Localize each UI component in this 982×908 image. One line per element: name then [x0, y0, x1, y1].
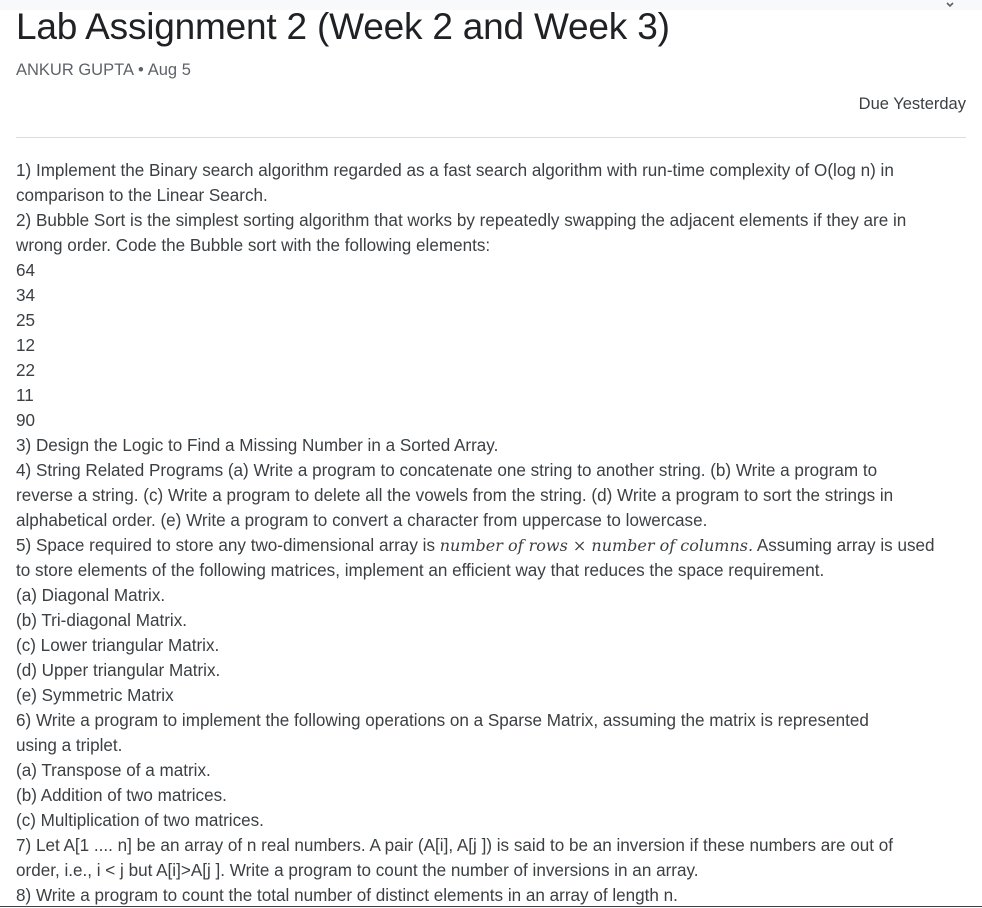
instructions-body: 1) Implement the Binary search algorithm…: [16, 158, 968, 908]
instruction-line: to store elements of the following matri…: [16, 561, 825, 580]
instruction-line: (c) Lower triangular Matrix.: [16, 636, 220, 655]
instruction-line: 1) Implement the Binary search algorithm…: [16, 161, 894, 180]
instruction-line: 3) Design the Logic to Find a Missing Nu…: [16, 436, 499, 455]
instruction-line: (b) Tri-diagonal Matrix.: [16, 611, 187, 630]
instruction-line: 5) Space required to store any two-dimen…: [16, 533, 968, 558]
instruction-line: 2) Bubble Sort is the simplest sorting a…: [16, 211, 907, 230]
assignment-meta: ANKUR GUPTA • Aug 5: [16, 60, 191, 80]
instruction-line: 8) Write a program to count the total nu…: [16, 886, 678, 905]
instruction-line: using a triplet.: [16, 736, 123, 755]
instruction-line: comparison to the Linear Search.: [16, 186, 268, 205]
element-value: 11: [16, 386, 34, 405]
element-value: 12: [16, 336, 36, 355]
instruction-text: 5) Space required to store any two-dimen…: [16, 536, 440, 555]
instruction-line: wrong order. Code the Bubble sort with t…: [16, 236, 491, 255]
instruction-line: 7) Let A[1 .... n] be an array of n real…: [16, 836, 893, 855]
element-value: 90: [16, 411, 36, 430]
instruction-line: (c) Multiplication of two matrices.: [16, 811, 264, 830]
element-value: 34: [16, 286, 36, 305]
instruction-line: (a) Diagonal Matrix.: [16, 586, 166, 605]
meta-separator: •: [137, 61, 144, 79]
instruction-line: order, i.e., i < j but A[i]>A[j ]. Write…: [16, 861, 699, 880]
author-name: ANKUR GUPTA: [16, 61, 134, 79]
header-divider: [16, 137, 966, 138]
element-value: 22: [16, 361, 36, 380]
element-value: 64: [16, 261, 36, 280]
element-value: 25: [16, 311, 36, 330]
due-status: Due Yesterday: [858, 95, 966, 113]
instruction-line: (d) Upper triangular Matrix.: [16, 661, 221, 680]
instruction-line: (e) Symmetric Matrix: [16, 686, 174, 705]
math-expression: number of rows × number of columns.: [439, 536, 754, 555]
assignment-title: Lab Assignment 2 (Week 2 and Week 3): [16, 6, 670, 47]
instruction-line: 4) String Related Programs (a) Write a p…: [16, 461, 878, 480]
instruction-line: alphabetical order. (e) Write a program …: [16, 511, 708, 530]
instruction-line: reverse a string. (c) Write a program to…: [16, 486, 894, 505]
post-date: Aug 5: [147, 61, 191, 79]
instruction-line: (a) Transpose of a matrix.: [16, 761, 211, 780]
instruction-line: 6) Write a program to implement the foll…: [16, 711, 869, 730]
chevron-down-icon[interactable]: [945, 0, 955, 10]
instruction-text: Assuming array is used: [753, 536, 935, 555]
instruction-line: (b) Addition of two matrices.: [16, 786, 227, 805]
